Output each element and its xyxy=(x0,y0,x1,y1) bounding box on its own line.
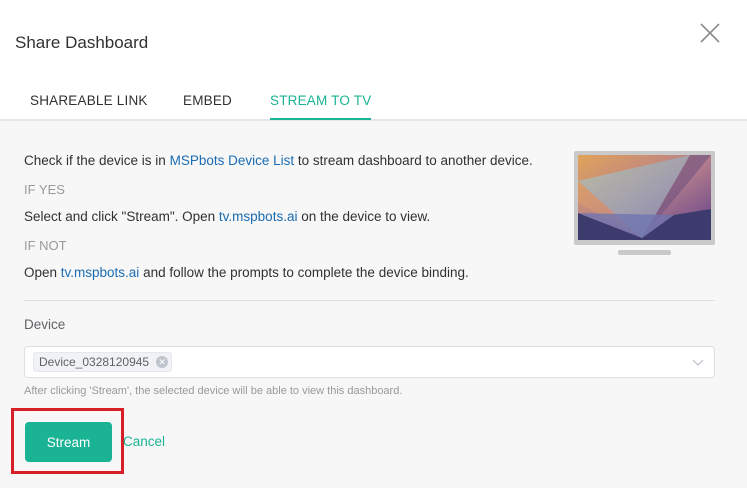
stream-button[interactable]: Stream xyxy=(25,422,112,462)
instruction-text: Check if the device is in xyxy=(24,153,170,168)
stream-to-tv-panel: Check if the device is in MSPbots Device… xyxy=(0,121,747,488)
cancel-button[interactable]: Cancel xyxy=(123,434,165,449)
instruction-text: and follow the prompts to complete the d… xyxy=(139,265,469,280)
device-select[interactable]: Device_0328120945 ✕ xyxy=(24,346,715,378)
dialog-header: Share Dashboard xyxy=(0,0,747,84)
instruction-text: Open xyxy=(24,265,61,280)
tab-bar: SHAREABLE LINK EMBED STREAM TO TV xyxy=(0,84,747,121)
instruction-select-stream: Select and click "Stream". Open tv.mspbo… xyxy=(24,209,430,224)
tab-shareable-link[interactable]: SHAREABLE LINK xyxy=(30,93,148,108)
active-tab-indicator xyxy=(270,118,371,120)
instruction-text: to stream dashboard to another device. xyxy=(294,153,533,168)
remove-tag-icon[interactable]: ✕ xyxy=(156,356,169,368)
instruction-text: Select and click "Stream". Open xyxy=(24,209,219,224)
instruction-bind-device: Open tv.mspbots.ai and follow the prompt… xyxy=(24,265,469,280)
tv-illustration xyxy=(574,151,715,255)
dialog-title: Share Dashboard xyxy=(15,33,149,52)
if-not-label: IF NOT xyxy=(24,238,67,253)
tab-stream-to-tv[interactable]: STREAM TO TV xyxy=(270,93,371,108)
selected-device-name: Device_0328120945 xyxy=(39,355,150,369)
tab-embed[interactable]: EMBED xyxy=(183,93,232,108)
tv-site-link[interactable]: tv.mspbots.ai xyxy=(61,265,140,280)
selected-device-tag: Device_0328120945 ✕ xyxy=(33,352,173,372)
instruction-text: on the device to view. xyxy=(297,209,431,224)
instruction-check-device: Check if the device is in MSPbots Device… xyxy=(24,153,533,168)
chevron-down-icon[interactable] xyxy=(692,356,704,368)
if-yes-label: IF YES xyxy=(24,182,65,197)
share-dashboard-dialog: Share Dashboard SHAREABLE LINK EMBED STR… xyxy=(0,0,747,488)
device-list-link[interactable]: MSPbots Device List xyxy=(170,153,295,168)
close-icon[interactable] xyxy=(697,20,723,46)
section-divider xyxy=(24,300,715,301)
device-label: Device xyxy=(24,317,66,332)
tv-site-link[interactable]: tv.mspbots.ai xyxy=(219,209,298,224)
device-hint: After clicking 'Stream', the selected de… xyxy=(24,385,403,397)
